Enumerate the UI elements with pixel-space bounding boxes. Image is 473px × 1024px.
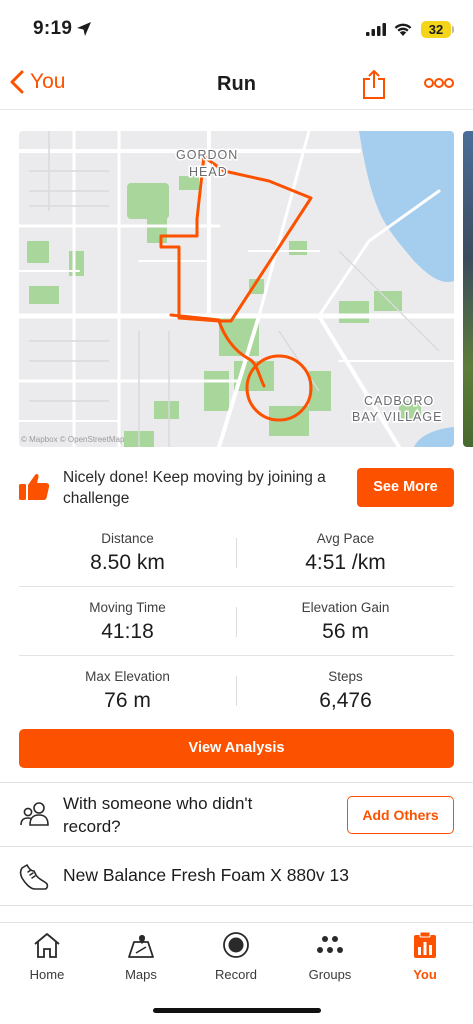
wifi-icon bbox=[394, 23, 412, 36]
tab-label: Home bbox=[29, 967, 65, 982]
stat-moving-time: Moving Time 41:18 bbox=[19, 587, 236, 656]
map-label-head: HEAD bbox=[189, 165, 228, 179]
next-photo-preview[interactable] bbox=[463, 131, 473, 447]
stat-distance: Distance 8.50 km bbox=[19, 518, 236, 587]
tab-maps[interactable]: Maps bbox=[94, 923, 188, 993]
stat-max-elevation: Max Elevation 76 m bbox=[19, 656, 236, 725]
page-title: Run bbox=[217, 73, 256, 95]
add-others-row: With someone who didn't record? Add Othe… bbox=[19, 791, 454, 839]
stat-value: 56 m bbox=[322, 620, 369, 643]
location-arrow-icon bbox=[77, 22, 91, 36]
stat-label: Moving Time bbox=[89, 600, 166, 615]
stat-label: Distance bbox=[101, 531, 154, 546]
maps-icon bbox=[128, 935, 154, 958]
stat-value: 41:18 bbox=[101, 620, 154, 643]
map-label-bay-village: BAY VILLAGE bbox=[352, 410, 442, 424]
home-icon bbox=[34, 933, 60, 958]
stat-avg-pace: Avg Pace 4:51 /km bbox=[237, 518, 454, 587]
home-indicator bbox=[153, 1008, 321, 1013]
navigation-bar: You Run bbox=[0, 60, 473, 110]
stats-row: Moving Time 41:18 Elevation Gain 56 m bbox=[19, 587, 454, 656]
more-options-icon[interactable] bbox=[424, 77, 454, 89]
stats-row: Distance 8.50 km Avg Pace 4:51 /km bbox=[19, 518, 454, 587]
tab-label: Groups bbox=[308, 967, 352, 982]
divider bbox=[0, 846, 473, 847]
stat-label: Steps bbox=[328, 669, 363, 684]
challenge-text: Nicely done! Keep moving by joining a ch… bbox=[63, 469, 326, 507]
stat-label: Max Elevation bbox=[85, 669, 170, 684]
map-label-cadboro: CADBORO bbox=[364, 394, 434, 408]
record-icon bbox=[223, 932, 249, 958]
challenge-prompt: Nicely done! Keep moving by joining a ch… bbox=[19, 462, 454, 512]
tab-groups[interactable]: Groups bbox=[283, 923, 377, 993]
cellular-signal-icon bbox=[366, 23, 386, 36]
people-icon bbox=[20, 802, 49, 826]
tab-home[interactable]: Home bbox=[0, 923, 94, 993]
thumbs-up-icon bbox=[19, 473, 50, 500]
stat-value: 8.50 km bbox=[90, 551, 165, 574]
divider bbox=[0, 782, 473, 783]
activity-stats: Distance 8.50 km Avg Pace 4:51 /km Movin… bbox=[19, 518, 454, 725]
battery-tip bbox=[452, 26, 454, 33]
map-attribution: © Mapbox © OpenStreetMap bbox=[21, 435, 125, 444]
tab-label: You bbox=[413, 967, 437, 982]
shoe-icon bbox=[19, 864, 49, 890]
add-others-button[interactable]: Add Others bbox=[347, 796, 454, 834]
add-others-prompt: With someone who didn't record? bbox=[63, 794, 253, 836]
stat-value: 6,476 bbox=[319, 689, 372, 712]
gear-row[interactable]: New Balance Fresh Foam X 880v 13 bbox=[19, 860, 454, 894]
divider bbox=[0, 905, 473, 906]
stat-elevation-gain: Elevation Gain 56 m bbox=[237, 587, 454, 656]
status-bar: 9:19 32 bbox=[0, 0, 473, 60]
tab-label: Record bbox=[215, 967, 257, 982]
stat-label: Avg Pace bbox=[316, 531, 375, 546]
stats-row: Max Elevation 76 m Steps 6,476 bbox=[19, 656, 454, 725]
stat-value: 76 m bbox=[104, 689, 151, 712]
route-map[interactable]: GORDON HEAD CADBORO BAY VILLAGE © Mapbox… bbox=[19, 131, 454, 447]
you-icon bbox=[414, 931, 436, 958]
stat-label: Elevation Gain bbox=[301, 600, 390, 615]
battery-indicator: 32 bbox=[421, 21, 451, 38]
groups-icon bbox=[317, 936, 343, 953]
tab-label: Maps bbox=[125, 967, 157, 982]
view-analysis-button[interactable]: View Analysis bbox=[19, 729, 454, 768]
stat-value: 4:51 /km bbox=[305, 551, 386, 574]
gear-name: New Balance Fresh Foam X 880v 13 bbox=[63, 865, 349, 885]
stat-steps: Steps 6,476 bbox=[237, 656, 454, 725]
share-icon[interactable] bbox=[361, 68, 387, 100]
tab-you[interactable]: You bbox=[378, 923, 472, 993]
map-label-gordon: GORDON bbox=[176, 148, 238, 162]
tab-record[interactable]: Record bbox=[189, 923, 283, 993]
status-time: 9:19 bbox=[33, 18, 73, 39]
see-more-button[interactable]: See More bbox=[357, 468, 454, 507]
